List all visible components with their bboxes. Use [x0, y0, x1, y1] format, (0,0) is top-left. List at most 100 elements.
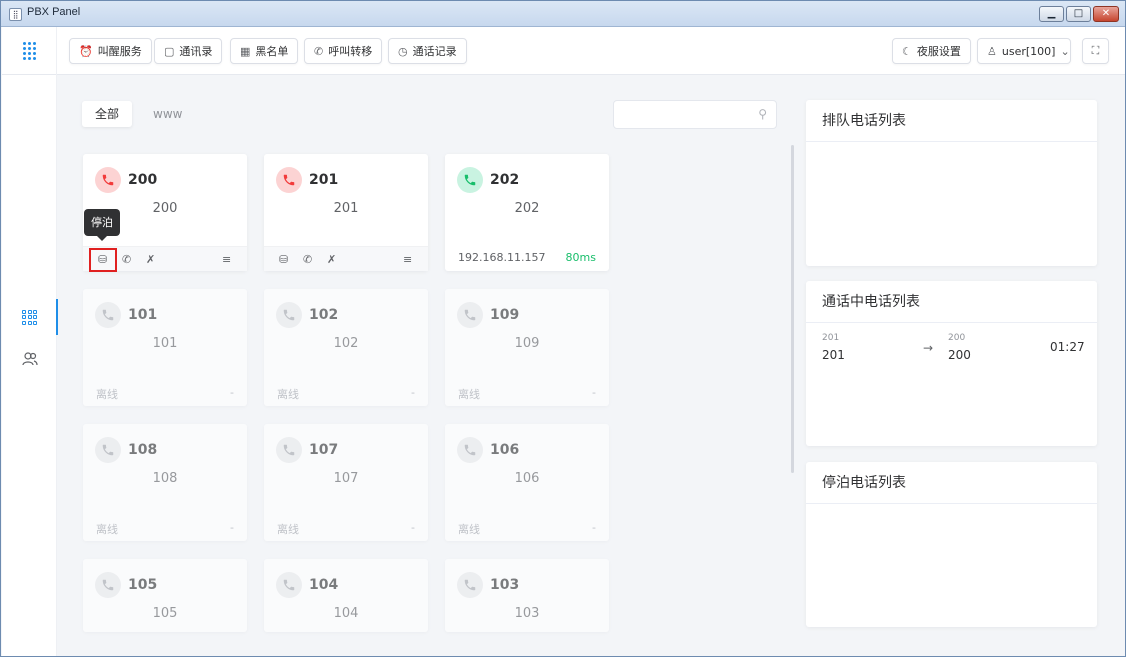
app-window: ⣿ PBX Panel ▁ □ ✕ ⏰ 叫醒服务 ▢ 通讯录 ▦ 黑名单 ✆ 呼… [0, 0, 1126, 657]
phone-icon [95, 437, 121, 463]
address-book-icon: ▢ [164, 44, 175, 58]
call-forward-icon: ✆ [314, 44, 324, 58]
extension-card[interactable]: 101 101 离线 - [83, 289, 247, 406]
search-icon: ⚲ [758, 107, 767, 121]
extension-name: 106 [514, 471, 540, 486]
contacts-button[interactable]: ▢ 通讯录 [154, 38, 223, 64]
hangup-icon[interactable]: ✗ [327, 253, 336, 266]
hangup-icon[interactable]: ✗ [146, 253, 155, 266]
extension-number: 103 [490, 577, 520, 593]
extension-number: 201 [309, 172, 339, 188]
extension-name: 104 [333, 606, 359, 621]
extension-name: 105 [152, 606, 178, 621]
tab-www[interactable]: www [140, 101, 195, 127]
extension-number: 105 [128, 577, 158, 593]
callee-small: 200 [948, 333, 966, 343]
extension-card[interactable]: 104 104 [264, 559, 428, 632]
extension-card[interactable]: 202 202 192.168.11.157 80ms [445, 154, 609, 271]
extension-number: 202 [490, 172, 520, 188]
status-dash: - [230, 521, 234, 534]
extension-name: 202 [514, 201, 540, 216]
extension-name: 101 [152, 336, 178, 351]
extension-number: 107 [309, 442, 339, 458]
menu-icon[interactable]: ≡ [403, 253, 412, 266]
phone-icon [95, 167, 121, 193]
extension-number: 108 [128, 442, 158, 458]
active-calls-panel: 通话中电话列表 201 201 → 200 200 01:27 [806, 281, 1097, 446]
phone-grid-icon: ⣿ [9, 8, 22, 21]
queue-panel-title: 排队电话列表 [806, 100, 1097, 142]
call-records-button[interactable]: ◷ 通话记录 [388, 38, 467, 64]
blacklist-button[interactable]: ▦ 黑名单 [230, 38, 299, 64]
phone-icon [457, 437, 483, 463]
extension-card[interactable]: 201 201 ⛁ ✆ ✗ ≡ [264, 154, 428, 271]
phone-icon [95, 302, 121, 328]
night-service-label: 夜服设置 [916, 45, 961, 58]
status-text: 离线 [458, 388, 480, 401]
extension-card[interactable]: 103 103 [445, 559, 609, 632]
wakeup-service-button[interactable]: ⏰ 叫醒服务 [69, 38, 152, 64]
phone-icon [276, 572, 302, 598]
extension-number: 106 [490, 442, 520, 458]
extension-name: 109 [514, 336, 540, 351]
user-menu-button[interactable]: ♙ user[100] ⌄ [977, 38, 1071, 64]
nav-extensions[interactable] [2, 299, 58, 335]
extension-number: 104 [309, 577, 339, 593]
extension-card[interactable]: 106 106 离线 - [445, 424, 609, 541]
extension-name: 108 [152, 471, 178, 486]
moon-icon: ☾ [902, 44, 912, 58]
window-title: PBX Panel [27, 6, 81, 18]
park-highlight [89, 248, 117, 272]
app-logo[interactable] [2, 27, 57, 75]
fullscreen-button[interactable]: ⛶ [1082, 38, 1109, 64]
night-service-button[interactable]: ☾ 夜服设置 [892, 38, 971, 64]
extension-card[interactable]: 109 109 离线 - [445, 289, 609, 406]
side-nav [2, 75, 58, 656]
user-label: user[100] [1001, 44, 1056, 58]
transfer-icon[interactable]: ✆ [122, 253, 131, 266]
extension-card[interactable]: 107 107 离线 - [264, 424, 428, 541]
transfer-icon[interactable]: ✆ [303, 253, 312, 266]
extension-number: 101 [128, 307, 158, 323]
dialpad-icon [22, 42, 36, 60]
scrollbar[interactable] [791, 145, 794, 473]
fullscreen-icon: ⛶ [1091, 44, 1100, 57]
extension-card[interactable]: 105 105 [83, 559, 247, 632]
contacts-label: 通讯录 [179, 45, 213, 58]
close-button[interactable]: ✕ [1093, 6, 1119, 22]
extension-card[interactable]: 102 102 离线 - [264, 289, 428, 406]
user-icon: ♙ [987, 44, 997, 58]
queue-panel: 排队电话列表 [806, 100, 1097, 266]
active-call-row[interactable]: 201 201 → 200 200 01:27 [822, 333, 1085, 367]
status-dash: - [411, 521, 415, 534]
minimize-button[interactable]: ▁ [1039, 6, 1064, 22]
alarm-clock-icon: ⏰ [79, 44, 93, 58]
search-input[interactable]: ⚲ [613, 100, 777, 129]
park-icon[interactable]: ⛁ [279, 253, 288, 266]
extension-footer: 离线 - [83, 381, 247, 406]
phone-icon [95, 572, 121, 598]
menu-icon[interactable]: ≡ [222, 253, 231, 266]
extension-name: 102 [333, 336, 359, 351]
wakeup-service-label: 叫醒服务 [97, 45, 142, 58]
extension-card[interactable]: 108 108 离线 - [83, 424, 247, 541]
extension-number: 109 [490, 307, 520, 323]
clock-icon: ◷ [398, 44, 408, 58]
caller: 201 [822, 348, 845, 362]
maximize-button[interactable]: □ [1066, 6, 1091, 22]
caller-small: 201 [822, 333, 840, 343]
status-text: 离线 [277, 388, 299, 401]
top-toolbar: ⏰ 叫醒服务 ▢ 通讯录 ▦ 黑名单 ✆ 呼叫转移 ◷ 通话记录 ☾ 夜服设置 [2, 27, 1125, 75]
app-body: ⏰ 叫醒服务 ▢ 通讯录 ▦ 黑名单 ✆ 呼叫转移 ◷ 通话记录 ☾ 夜服设置 [2, 27, 1125, 656]
phone-icon [276, 437, 302, 463]
parked-calls-title: 停泊电话列表 [806, 462, 1097, 504]
parked-calls-panel: 停泊电话列表 [806, 462, 1097, 627]
call-forward-button[interactable]: ✆ 呼叫转移 [304, 38, 383, 64]
users-icon [21, 352, 38, 366]
tab-all[interactable]: 全部 [82, 101, 133, 127]
status-text: 离线 [96, 388, 118, 401]
nav-contacts[interactable] [2, 341, 57, 377]
blacklist-icon: ▦ [240, 44, 251, 58]
active-calls-title: 通话中电话列表 [806, 281, 1097, 323]
status-text: 离线 [458, 523, 480, 536]
